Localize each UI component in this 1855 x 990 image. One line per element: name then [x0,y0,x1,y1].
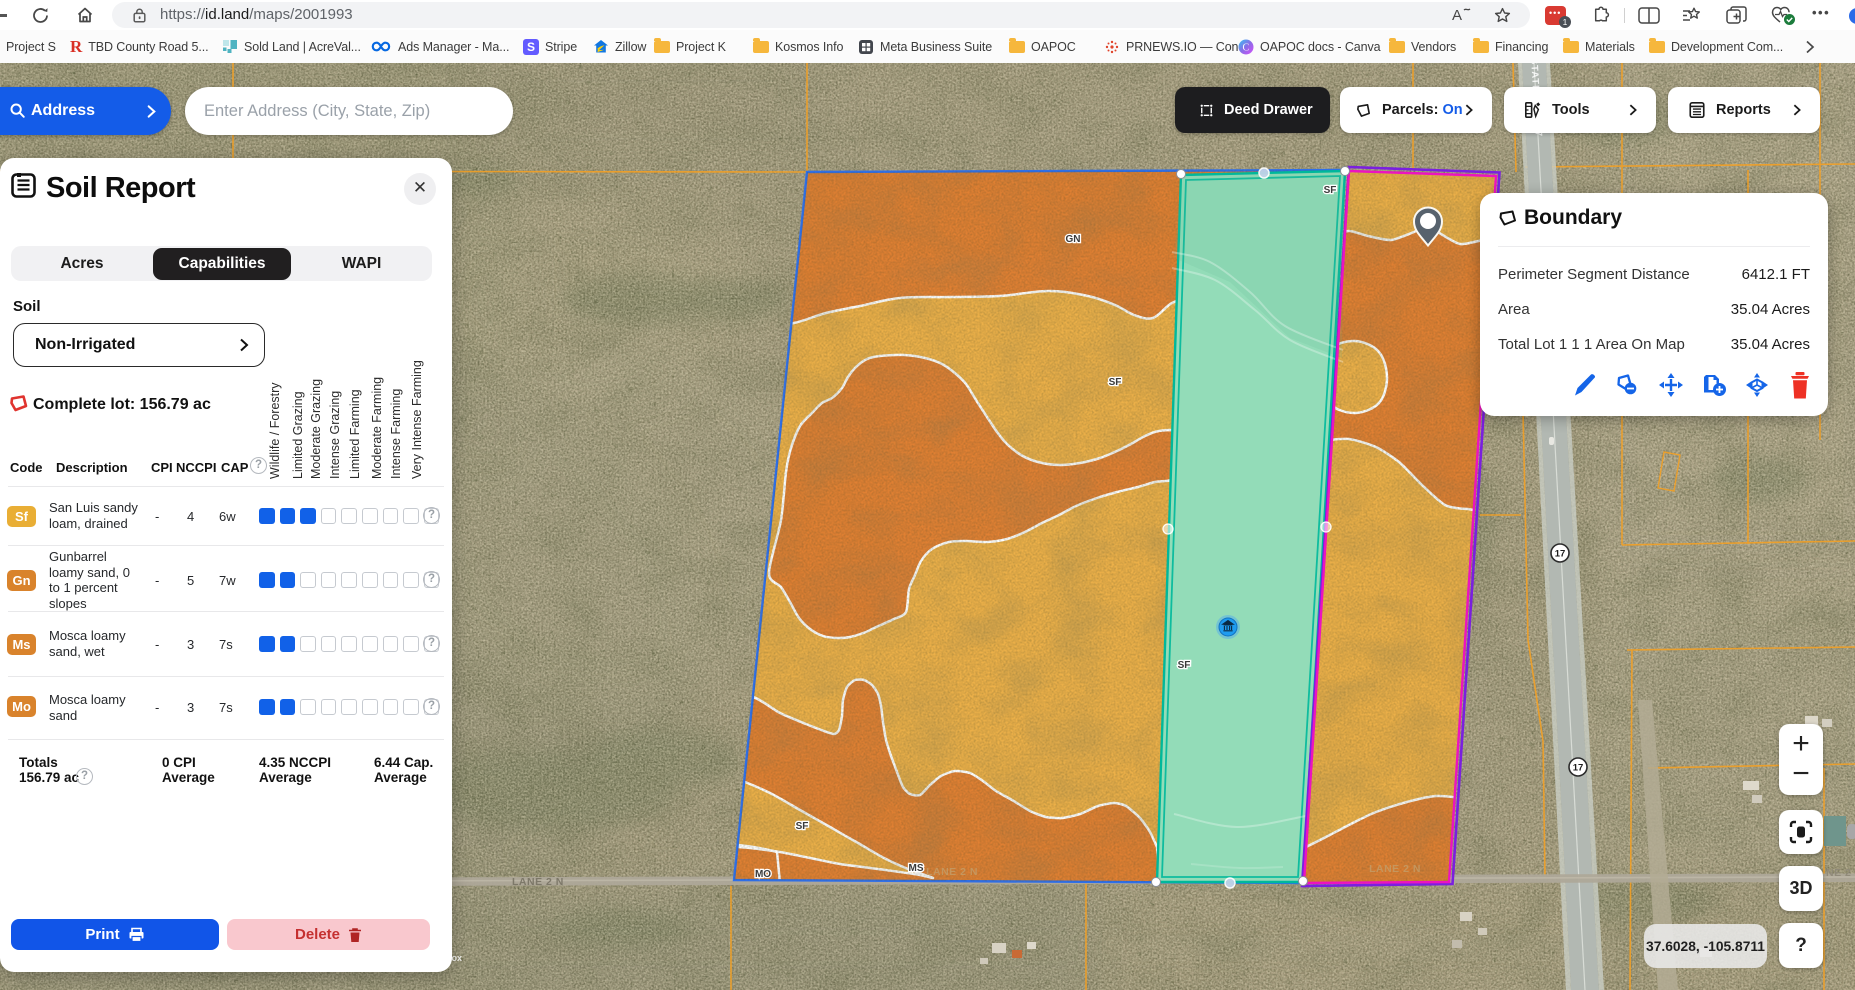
svg-text:17: 17 [1573,763,1584,774]
svg-text:SF: SF [1324,185,1337,196]
svg-text:GN: GN [1066,234,1081,245]
svg-text:SF: SF [1178,660,1191,671]
svg-text:MO: MO [755,869,771,880]
svg-text:A: A [1452,7,1462,24]
svg-text:NE 2 N: NE 2 N [1826,867,1855,879]
svg-text:MS: MS [909,863,924,874]
svg-text:C: C [1243,42,1250,53]
svg-text:SF: SF [1109,377,1122,388]
svg-text:17: 17 [1555,549,1566,560]
svg-text:LANE 2 N: LANE 2 N [1369,863,1421,875]
svg-text:LANE 2 N: LANE 2 N [926,866,978,878]
svg-text:SF: SF [796,821,809,832]
svg-text:LANE 2 N: LANE 2 N [512,876,564,888]
